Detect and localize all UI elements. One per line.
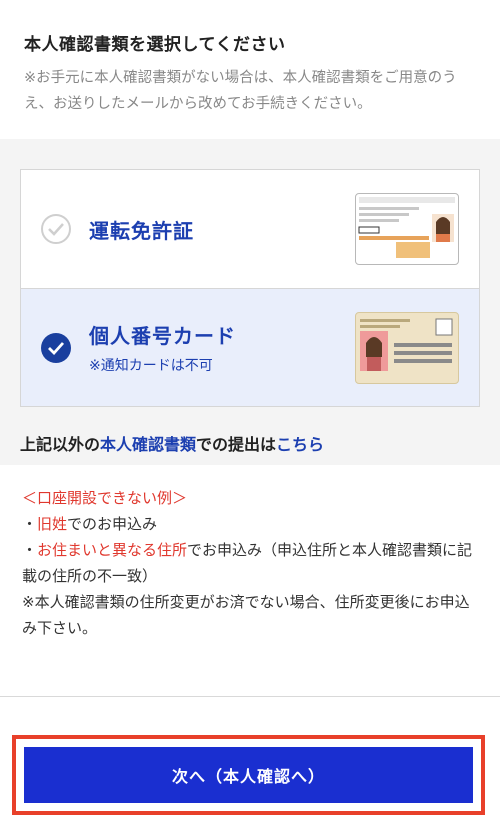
option-label: 個人番号カード	[89, 324, 236, 348]
page-title: 本人確認書類を選択してください	[24, 35, 286, 55]
notes-section: ＜口座開設できない例＞ ・旧姓でのお申込み ・お住まいと異なる住所でお申込み（申…	[0, 465, 500, 641]
selection-section: 運転免許証 個人番号カード ※通知カードは不可 上記以外の本人確認書類での提出は…	[0, 139, 500, 465]
other-documents-link[interactable]: 本人確認書類	[100, 435, 196, 454]
header-note: ※お手元に本人確認書類がない場合は、本人確認書類をご用意のうえ、お送りしたメール…	[24, 70, 457, 112]
option-drivers-license[interactable]: 運転免許証	[21, 170, 479, 288]
drivers-license-card-icon	[355, 193, 459, 265]
next-button[interactable]: 次へ（本人確認へ）	[24, 747, 473, 803]
here-link[interactable]: こちら	[276, 435, 324, 454]
divider	[0, 696, 500, 697]
notes-heading: ＜口座開設できない例＞	[22, 489, 188, 507]
radio-unchecked-icon[interactable]	[41, 214, 71, 244]
next-button-highlight: 次へ（本人確認へ）	[12, 735, 485, 815]
option-my-number-card[interactable]: 個人番号カード ※通知カードは不可	[21, 288, 479, 406]
note-item-address-mismatch: ・お住まいと異なる住所でお申込み（申込住所と本人確認書類に記載の住所の不一致）	[22, 541, 473, 585]
radio-checked-icon[interactable]	[41, 332, 71, 363]
document-options: 運転免許証 個人番号カード ※通知カードは不可	[20, 169, 480, 407]
my-number-card-icon	[355, 311, 459, 384]
option-label: 運転免許証	[89, 218, 194, 243]
other-documents-line: 上記以外の本人確認書類での提出はこちら	[20, 407, 480, 455]
note-item-maiden-name: ・旧姓でのお申込み	[22, 515, 158, 533]
note-address-change: ※本人確認書類の住所変更がお済でない場合、住所変更後にお申込み下さい。	[22, 593, 470, 637]
option-sublabel: ※通知カードは不可	[89, 358, 213, 374]
header-section: 本人確認書類を選択してください ※お手元に本人確認書類がない場合は、本人確認書類…	[0, 0, 500, 139]
